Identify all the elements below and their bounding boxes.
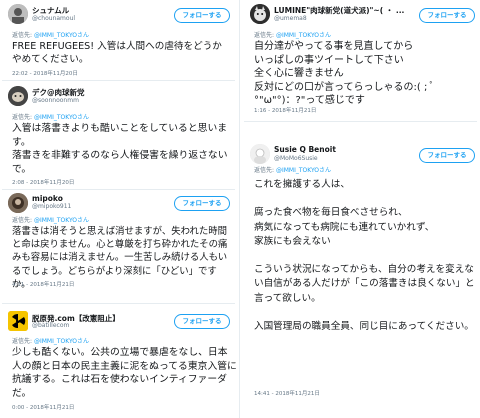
reply-prefix: 返信先:	[12, 114, 33, 121]
divider	[2, 303, 235, 304]
reply-prefix: 返信先:	[12, 338, 33, 345]
tweet-card: mipoko @mipoko911 フォローする 返信先: @IMMI_TOKY…	[2, 191, 235, 291]
reply-target-link[interactable]: @IMMI_TOKYOさん	[34, 338, 89, 345]
reply-prefix: 返信先:	[12, 32, 33, 39]
tweet-timestamp[interactable]: 22:02 - 2018年11月20日	[12, 69, 78, 77]
tweet-text: 入管は落書きよりも酷いことをしていると思います。 落書きを非難するのなら人権侵害…	[12, 123, 228, 175]
divider	[2, 80, 235, 81]
user-handle: @batillecom	[32, 322, 70, 329]
tweet-card: 脱原発.com【改憲阻止】 @batillecom フォローする 返信先: @I…	[2, 306, 237, 418]
tweet-card: Susie Q Benoit @MoMo6Susie フォローする 返信先: @…	[244, 140, 477, 405]
avatar[interactable]	[8, 86, 28, 106]
divider	[244, 121, 477, 122]
reply-target-link[interactable]: @IMMI_TOKYOさん	[276, 167, 331, 174]
avatar[interactable]	[8, 193, 28, 213]
follow-button[interactable]: フォローする	[174, 8, 230, 23]
user-handle: @umema8	[274, 15, 307, 22]
tweet-text: FREE REFUGEES! 入管は人間への虐待をどうかやめてください。	[12, 41, 222, 65]
tweet-timestamp[interactable]: 0:00 - 2018年11月21日	[12, 403, 74, 411]
reply-to: 返信先: @IMMI_TOKYOさん	[12, 215, 89, 224]
tweet-text: これを擁護する人は、 腐った食べ物を毎日食べさせられ、 病気になっても病院にも連…	[254, 179, 475, 333]
user-name[interactable]: mipoko	[32, 194, 63, 203]
user-handle: @MoMo6Susie	[274, 155, 318, 162]
follow-button[interactable]: フォローする	[419, 148, 475, 163]
reply-to: 返信先: @IMMI_TOKYOさん	[254, 30, 331, 39]
reply-target-link[interactable]: @IMMI_TOKYOさん	[34, 32, 89, 39]
tweet-timestamp[interactable]: 1:16 - 2018年11月21日	[254, 106, 316, 114]
avatar[interactable]	[250, 144, 270, 164]
reply-to: 返信先: @IMMI_TOKYOさん	[12, 112, 89, 121]
reply-prefix: 返信先:	[254, 167, 275, 174]
tweet-text: 少しも酷くない。公共の立場で暴虐をなし、日本人の顔と日本の民主主義に泥をぬってる…	[12, 347, 237, 399]
divider	[2, 189, 235, 190]
tweet-card: シュナムル @chounamoul フォローする 返信先: @IMMI_TOKY…	[2, 0, 235, 80]
column-divider	[239, 0, 240, 418]
avatar[interactable]	[8, 311, 28, 331]
user-handle: @soonnoonmm	[32, 97, 79, 104]
tweet-card: LUMINE"肉球新党(道犬派)"~( ・ ... @umema8 フォローする…	[244, 0, 477, 120]
reply-target-link[interactable]: @IMMI_TOKYOさん	[276, 32, 331, 39]
user-name[interactable]: Susie Q Benoit	[274, 145, 336, 154]
avatar[interactable]	[8, 4, 28, 24]
follow-button[interactable]: フォローする	[174, 196, 230, 211]
reply-prefix: 返信先:	[254, 32, 275, 39]
reply-target-link[interactable]: @IMMI_TOKYOさん	[34, 217, 89, 224]
reply-prefix: 返信先:	[12, 217, 33, 224]
tweet-timestamp[interactable]: 4:11 - 2018年11月21日	[12, 280, 74, 288]
follow-button[interactable]: フォローする	[419, 8, 475, 23]
user-handle: @mipoko911	[32, 203, 72, 210]
tweet-card: デク@肉球新党 @soonnoonmm 返信先: @IMMI_TOKYOさん 入…	[2, 82, 235, 190]
follow-button[interactable]: フォローする	[174, 314, 230, 329]
reply-to: 返信先: @IMMI_TOKYOさん	[12, 30, 89, 39]
reply-to: 返信先: @IMMI_TOKYOさん	[12, 336, 89, 345]
user-handle: @chounamoul	[32, 15, 76, 22]
avatar[interactable]	[250, 4, 270, 24]
reply-to: 返信先: @IMMI_TOKYOさん	[254, 165, 331, 174]
tweet-timestamp[interactable]: 14:41 - 2018年11月21日	[254, 389, 320, 397]
tweet-text: 自分達がやってる事を見直してから いっぱしの事ツイートして下さい 全く心に響きま…	[254, 41, 435, 107]
reply-target-link[interactable]: @IMMI_TOKYOさん	[34, 114, 89, 121]
tweet-timestamp[interactable]: 2:08 - 2018年11月20日	[12, 178, 74, 186]
